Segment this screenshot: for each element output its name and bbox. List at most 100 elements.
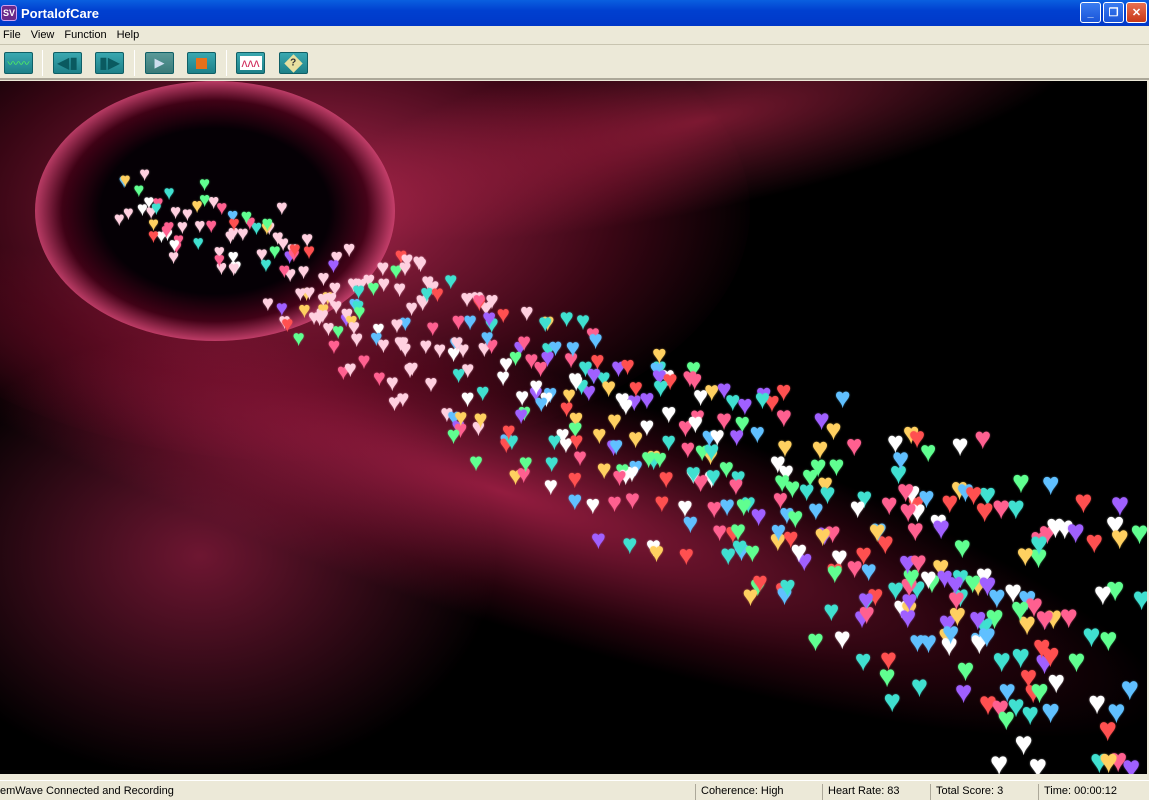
back-button[interactable]: ◀▮ bbox=[53, 52, 82, 74]
heart-particle: ♥ bbox=[469, 448, 483, 474]
heart-particle: ♥ bbox=[569, 369, 583, 395]
chart-icon: ᴧᴧᴧ bbox=[239, 56, 262, 70]
menu-file[interactable]: File bbox=[0, 29, 26, 41]
heart-particle: ♥ bbox=[214, 250, 225, 270]
heart-particle: ♥ bbox=[1111, 488, 1129, 521]
heart-particle: ♥ bbox=[601, 373, 616, 400]
heart-particle: ♥ bbox=[992, 644, 1011, 678]
heart-particle: ♥ bbox=[560, 305, 574, 331]
heart-particle: ♥ bbox=[612, 464, 627, 490]
heart-particle: ♥ bbox=[707, 495, 722, 523]
heart-particle: ♥ bbox=[586, 491, 600, 517]
heart-particle: ♥ bbox=[139, 164, 150, 183]
heart-particle: ♥ bbox=[431, 283, 444, 306]
heart-particle: ♥ bbox=[710, 423, 725, 451]
heart-particle: ♥ bbox=[807, 625, 824, 656]
heart-particle: ♥ bbox=[193, 233, 204, 253]
heart-particle: ♥ bbox=[834, 623, 851, 654]
heart-particle: ♥ bbox=[859, 600, 875, 629]
heart-particle: ♥ bbox=[293, 326, 305, 348]
heart-particle: ♥ bbox=[461, 385, 475, 410]
heart-particle: ♥ bbox=[920, 437, 936, 466]
heart-particle: ♥ bbox=[954, 530, 971, 562]
heart-particle: ♥ bbox=[1111, 522, 1129, 555]
heart-particle: ♥ bbox=[405, 297, 418, 319]
heart-particle: ♥ bbox=[148, 226, 159, 245]
forward-button[interactable]: ▮▶ bbox=[95, 52, 124, 74]
stop-button[interactable] bbox=[187, 52, 216, 74]
heart-particle: ♥ bbox=[823, 597, 839, 626]
waveform-button[interactable]: 〰〰 bbox=[4, 52, 33, 74]
heart-particle: ♥ bbox=[1036, 603, 1054, 636]
menu-help[interactable]: Help bbox=[114, 29, 145, 41]
heart-particle: ♥ bbox=[378, 273, 391, 296]
heart-particle: ♥ bbox=[955, 676, 972, 708]
heart-particle: ♥ bbox=[327, 254, 339, 276]
heart-particle: ♥ bbox=[978, 568, 996, 601]
heart-particle: ♥ bbox=[639, 386, 655, 414]
heart-particle: ♥ bbox=[965, 477, 982, 509]
heart-particle: ♥ bbox=[776, 378, 792, 406]
play-button[interactable]: ▶ bbox=[145, 52, 174, 74]
close-button[interactable]: ✕ bbox=[1126, 2, 1147, 23]
heart-particle: ♥ bbox=[538, 310, 552, 335]
status-time: Time: 00:00:12 bbox=[1038, 784, 1149, 800]
minimize-button[interactable]: _ bbox=[1080, 2, 1101, 23]
heart-particle: ♥ bbox=[978, 619, 996, 652]
heart-particle: ♥ bbox=[1099, 745, 1118, 774]
heart-particle: ♥ bbox=[846, 430, 863, 461]
heart-particle: ♥ bbox=[918, 484, 935, 513]
heart-particle: ♥ bbox=[719, 455, 734, 483]
restore-button[interactable]: ❐ bbox=[1103, 2, 1124, 23]
heart-particle: ♥ bbox=[1011, 640, 1030, 674]
menu-function[interactable]: Function bbox=[61, 29, 111, 41]
heart-particle: ♥ bbox=[476, 381, 489, 405]
heart-particle: ♥ bbox=[661, 400, 677, 428]
heart-particle: ♥ bbox=[1015, 728, 1033, 761]
heart-particle: ♥ bbox=[228, 247, 239, 267]
heart-particle: ♥ bbox=[303, 240, 315, 261]
heart-particle: ♥ bbox=[424, 371, 438, 395]
menu-view[interactable]: View bbox=[28, 29, 60, 41]
heart-particle: ♥ bbox=[1042, 468, 1060, 500]
heart-particle: ♥ bbox=[444, 270, 457, 293]
heart-particle: ♥ bbox=[869, 516, 886, 547]
heart-particle: ♥ bbox=[992, 491, 1010, 524]
heart-particle: ♥ bbox=[799, 477, 815, 506]
heart-particle: ♥ bbox=[460, 287, 474, 311]
chart-button[interactable]: ᴧᴧᴧ bbox=[236, 52, 265, 74]
heart-particle: ♥ bbox=[607, 406, 622, 433]
help-button[interactable]: ? bbox=[279, 52, 308, 74]
heart-particle: ♥ bbox=[592, 421, 606, 447]
heart-particle: ♥ bbox=[1012, 466, 1030, 498]
heart-particle: ♥ bbox=[779, 570, 796, 601]
heart-particle: ♥ bbox=[137, 200, 148, 219]
heart-particle: ♥ bbox=[343, 238, 355, 260]
heart-particle: ♥ bbox=[1047, 665, 1065, 697]
menu-bar: File View Function Help bbox=[0, 26, 1149, 45]
heart-particle: ♥ bbox=[911, 671, 928, 702]
window-title: PortalofCare bbox=[21, 5, 100, 21]
heart-particle: ♥ bbox=[942, 616, 959, 648]
status-coherence: Coherence: High bbox=[695, 784, 822, 800]
forward-icon: ▮▶ bbox=[98, 55, 121, 72]
heart-particle: ♥ bbox=[317, 266, 330, 288]
heart-particle: ♥ bbox=[433, 338, 446, 361]
heart-particle: ♥ bbox=[260, 254, 272, 275]
heart-particle: ♥ bbox=[406, 358, 419, 380]
heart-particle: ♥ bbox=[396, 332, 409, 355]
heart-particle: ♥ bbox=[688, 410, 704, 438]
heart-particle: ♥ bbox=[827, 558, 843, 587]
heart-particle: ♥ bbox=[544, 472, 558, 498]
heart-particle: ♥ bbox=[386, 371, 399, 394]
heart-particle: ♥ bbox=[620, 353, 635, 379]
heart-particle: ♥ bbox=[654, 489, 669, 516]
heart-particle: ♥ bbox=[750, 419, 765, 447]
toolbar-separator bbox=[42, 50, 43, 76]
heart-particle: ♥ bbox=[855, 645, 872, 676]
heart-particle: ♥ bbox=[567, 487, 582, 514]
heart-particle: ♥ bbox=[519, 449, 533, 475]
heart-particle: ♥ bbox=[686, 459, 701, 487]
heart-particle: ♥ bbox=[1070, 768, 1088, 774]
heart-particle: ♥ bbox=[463, 310, 477, 334]
